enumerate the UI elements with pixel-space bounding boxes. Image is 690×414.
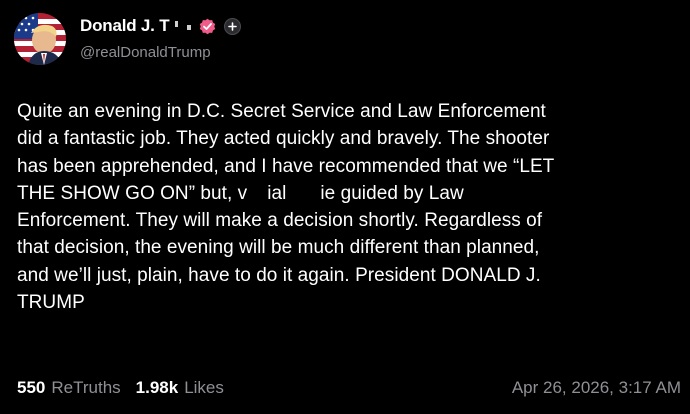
likes-label: Likes bbox=[184, 378, 224, 397]
verified-badge-icon bbox=[199, 18, 216, 35]
avatar-image bbox=[14, 13, 66, 65]
avatar[interactable] bbox=[14, 13, 66, 65]
post-line: Quite an evening in D.C. Secret Service … bbox=[17, 101, 546, 122]
retruths-count: 550 bbox=[17, 378, 46, 397]
post-line: has been apprehended, and I have recomme… bbox=[17, 155, 555, 177]
post-fragment: ial bbox=[267, 182, 287, 204]
redacted-region bbox=[171, 19, 198, 33]
author-handle[interactable]: @realDonaldTrump bbox=[80, 44, 211, 61]
post-line: and we’ll just, plain, have to do it aga… bbox=[17, 264, 541, 286]
likes-stat[interactable]: 1.98k Likes bbox=[136, 378, 224, 398]
post-timestamp[interactable]: Apr 26, 2026, 3:17 AM bbox=[512, 378, 681, 398]
post-line: did a fantastic job. They acted quickly … bbox=[17, 128, 550, 150]
likes-count: 1.98k bbox=[135, 378, 179, 397]
post-line-redacted: THE SHOW GO ON” but, v ial ie guided by La… bbox=[17, 183, 464, 204]
post-line: that decision, the evening will be much … bbox=[17, 237, 540, 259]
author-name-row: Donald J. T bbox=[80, 14, 242, 38]
follow-plus-icon[interactable] bbox=[224, 17, 242, 35]
author-display-name[interactable]: Donald J. T bbox=[80, 16, 170, 36]
post-card: Donald J. T @realDonaldTrump Quite an ev… bbox=[0, 0, 690, 414]
post-line: TRUMP bbox=[17, 292, 85, 314]
post-fragment: ie guided by Law bbox=[320, 182, 464, 204]
post-line: Enforcement. They will make a decision s… bbox=[17, 210, 543, 232]
retruths-stat[interactable]: 550 ReTruths bbox=[17, 378, 121, 398]
post-text: Quite an evening in D.C. Secret Service … bbox=[17, 98, 683, 316]
post-footer: 550 ReTruths 1.98k Likes Apr 26, 2026, 3… bbox=[17, 376, 681, 400]
retruths-label: ReTruths bbox=[51, 378, 121, 397]
post-fragment: THE SHOW GO ON” but, v bbox=[17, 182, 248, 204]
